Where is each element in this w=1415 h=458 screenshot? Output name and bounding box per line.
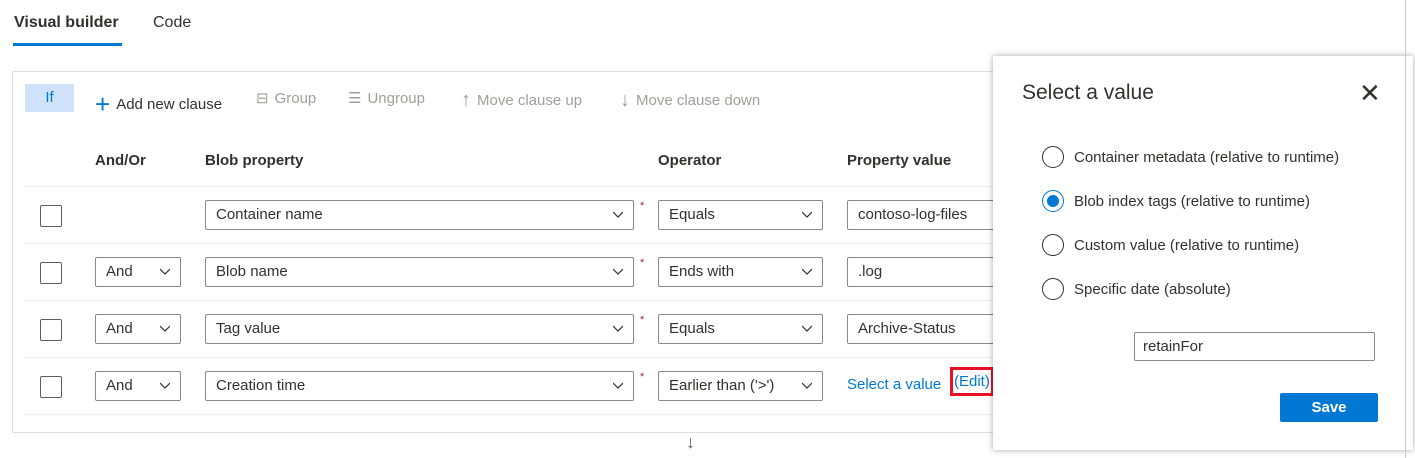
property-value: Creation time: [216, 377, 306, 394]
property-dropdown[interactable]: Blob name: [205, 257, 634, 287]
move-down-label: Move clause down: [636, 92, 761, 109]
property-dropdown[interactable]: Tag value: [205, 314, 634, 344]
chevron-down-icon: [613, 268, 623, 275]
chevron-down-icon: [613, 211, 623, 218]
arrow-down-icon: ↓: [620, 89, 630, 111]
andor-value: And: [106, 320, 133, 337]
active-tab-indicator: [13, 43, 122, 46]
chevron-down-icon: [802, 211, 812, 218]
chevron-down-icon: [613, 382, 623, 389]
header-value: Property value: [847, 152, 952, 169]
chevron-down-icon: [613, 325, 623, 332]
operator-value: Equals: [669, 206, 715, 223]
value-input[interactable]: retainFor: [1134, 332, 1375, 361]
header-operator: Operator: [658, 152, 722, 169]
ungroup-label: Ungroup: [367, 89, 425, 107]
move-up-button[interactable]: ↑ Move clause up: [461, 89, 582, 112]
andor-value: And: [106, 377, 133, 394]
chevron-down-icon: [802, 325, 812, 332]
radio-label[interactable]: Blob index tags (relative to runtime): [1074, 193, 1310, 210]
required-asterisk: *: [640, 314, 645, 326]
if-button[interactable]: If: [25, 84, 74, 112]
operator-value: Equals: [669, 320, 715, 337]
ungroup-button[interactable]: ☰ Ungroup: [348, 89, 425, 108]
row-checkbox[interactable]: [40, 205, 62, 227]
required-asterisk: *: [640, 371, 645, 383]
row-divider: [25, 357, 1025, 358]
andor-dropdown[interactable]: And: [95, 371, 181, 401]
ungroup-icon: ☰: [348, 90, 362, 107]
chevron-down-icon: [160, 382, 170, 389]
andor-dropdown[interactable]: And: [95, 257, 181, 287]
operator-dropdown[interactable]: Ends with: [658, 257, 823, 287]
property-value: Tag value: [216, 320, 281, 337]
row-divider: [25, 243, 1025, 244]
add-clause-button[interactable]: + Add new clause: [95, 89, 222, 120]
radio-label[interactable]: Container metadata (relative to runtime): [1074, 149, 1339, 166]
group-label: Group: [274, 89, 317, 107]
required-asterisk: *: [640, 200, 645, 212]
property-value-input[interactable]: Archive-Status: [847, 314, 1007, 344]
operator-dropdown[interactable]: Earlier than ('>'): [658, 371, 823, 401]
andor-value: And: [106, 263, 133, 280]
andor-dropdown[interactable]: And: [95, 314, 181, 344]
property-value: Container name: [216, 206, 323, 223]
property-dropdown[interactable]: Creation time: [205, 371, 634, 401]
save-button[interactable]: Save: [1280, 393, 1378, 422]
property-dropdown[interactable]: Container name: [205, 200, 634, 230]
row-checkbox[interactable]: [40, 376, 62, 398]
arrow-up-icon: ↑: [461, 89, 471, 111]
header-property: Blob property: [205, 152, 304, 169]
row-divider: [25, 186, 1025, 187]
radio-option[interactable]: [1042, 146, 1064, 168]
chevron-down-icon: [802, 382, 812, 389]
operator-value: Earlier than ('>'): [669, 377, 775, 394]
scrollbar[interactable]: [1405, 0, 1406, 458]
chevron-down-icon: [802, 268, 812, 275]
arrow-down-icon: ↓: [686, 432, 695, 452]
radio-option[interactable]: [1042, 278, 1064, 300]
property-value-input[interactable]: contoso-log-files: [847, 200, 1007, 230]
edit-link[interactable]: (Edit): [950, 367, 994, 396]
property-value: Blob name: [216, 263, 288, 280]
move-up-label: Move clause up: [477, 92, 583, 109]
radio-label[interactable]: Custom value (relative to runtime): [1074, 237, 1299, 254]
row-checkbox[interactable]: [40, 319, 62, 341]
chevron-down-icon: [160, 268, 170, 275]
panel-title: Select a value: [1022, 81, 1154, 104]
tab-code[interactable]: Code: [153, 14, 191, 32]
radio-option[interactable]: [1042, 234, 1064, 256]
operator-dropdown[interactable]: Equals: [658, 314, 823, 344]
required-asterisk: *: [640, 257, 645, 269]
operator-value: Ends with: [669, 263, 735, 280]
move-down-button[interactable]: ↓ Move clause down: [620, 89, 760, 112]
property-value-input[interactable]: .log: [847, 257, 1007, 287]
header-andor: And/Or: [95, 152, 146, 169]
add-clause-label: Add new clause: [116, 96, 223, 113]
chevron-down-icon: [160, 325, 170, 332]
tab-visual-builder[interactable]: Visual builder: [14, 14, 119, 32]
row-divider: [25, 300, 1025, 301]
row-divider: [25, 414, 1025, 415]
group-button[interactable]: ⊟ Group: [256, 89, 317, 108]
row-checkbox[interactable]: [40, 262, 62, 284]
select-value-link[interactable]: Select a value: [847, 376, 941, 393]
radio-option[interactable]: [1042, 190, 1064, 212]
radio-label[interactable]: Specific date (absolute): [1074, 281, 1231, 298]
plus-icon: +: [95, 89, 111, 119]
operator-dropdown[interactable]: Equals: [658, 200, 823, 230]
close-icon[interactable]: ✕: [1359, 78, 1381, 109]
group-icon: ⊟: [256, 90, 269, 107]
